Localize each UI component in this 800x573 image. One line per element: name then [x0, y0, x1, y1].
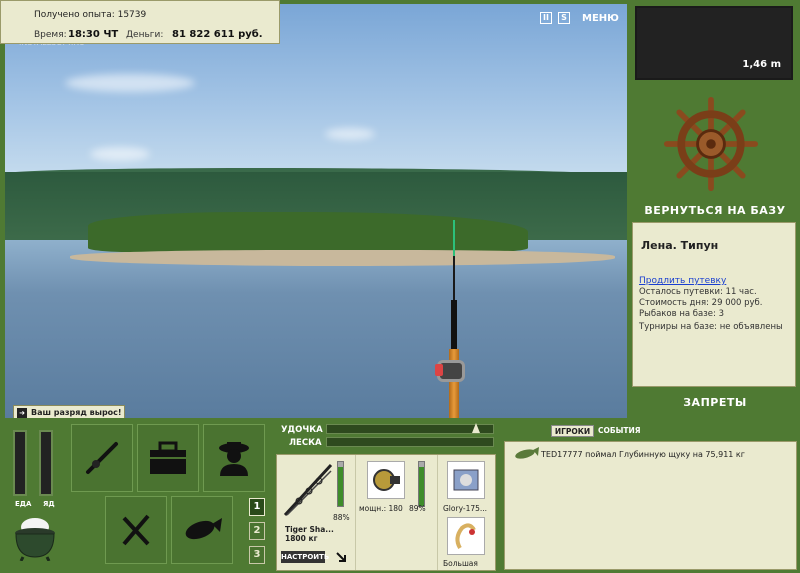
depth-value: 1,46 m [742, 59, 781, 70]
tackle-button[interactable] [71, 424, 133, 492]
inventory-panel: ЕДА ЯД 1 2 3 [4, 420, 272, 573]
bait-thumbnail[interactable] [447, 517, 485, 555]
tournaments-status: Турниры на базе: не объявлены [639, 322, 783, 332]
reel-condition-bar [418, 461, 425, 507]
experience-label: Получено опыта: 15739 [34, 10, 147, 20]
rod-name: Tiger Sha... [285, 525, 334, 534]
tackle-box-button[interactable] [137, 424, 199, 492]
lure-icon [455, 523, 476, 550]
river-water [5, 240, 627, 418]
location-title: Лена. Типун [641, 239, 719, 252]
money-label: Деньги: [126, 30, 164, 40]
line-thumbnail[interactable] [447, 461, 485, 499]
knife-fork-icon [122, 514, 150, 546]
fisherman-icon [219, 442, 249, 476]
poison-bar [39, 430, 53, 496]
slot-button-1[interactable]: 1 [249, 498, 265, 516]
fishing-rod-icon [86, 442, 118, 474]
line-name: Glory-175... [443, 504, 488, 513]
status-box: Получено опыта: 15739 Время: 18:30 ЧТ Де… [0, 0, 280, 44]
bait-name: Большая [443, 559, 478, 568]
profile-button[interactable] [203, 424, 265, 492]
depth-sonar: 1,46 m [635, 6, 793, 80]
line-tension-bar [326, 437, 494, 447]
slot-button-3[interactable]: 3 [249, 546, 265, 564]
cloud [90, 147, 150, 161]
reel-condition-fill [419, 466, 424, 506]
chat-panel: ИГРОКИ СОБЫТИЯ TED17777 поймал Глубинную… [500, 420, 800, 573]
island-beach [70, 250, 615, 266]
cloud [65, 74, 195, 92]
island-trees [88, 212, 528, 252]
rod-tension-bar [326, 423, 494, 434]
ship-wheel-icon[interactable] [663, 96, 759, 192]
tackle-box-icon [150, 441, 186, 474]
anglers-count: Рыбаков на базе: 3 [639, 309, 724, 319]
fish-icon [185, 518, 222, 540]
configure-button[interactable]: НАСТРОИТЬ [281, 551, 329, 563]
slot-button-2[interactable]: 2 [249, 522, 265, 540]
chat-message: TED17777 поймал Глубинную щуку на 75,911… [541, 450, 745, 459]
menu-button[interactable]: МЕНЮ [582, 13, 619, 24]
reel-condition: 89% [409, 504, 426, 513]
reel-icon [373, 469, 400, 491]
sound-icon[interactable]: S [558, 12, 570, 24]
rod-weight: 1800 кг [285, 534, 318, 543]
time-value: 18:30 ЧТ [68, 29, 119, 40]
food-bar [13, 430, 27, 496]
reel-thumbnail[interactable] [367, 461, 405, 499]
reel-knob [435, 364, 443, 376]
line-tension-label: ЛЕСКА [289, 438, 322, 448]
rod-tension-marker [472, 423, 481, 433]
bans-button[interactable]: ЗАПРЕТЫ [630, 396, 800, 412]
pause-icon[interactable]: II [540, 12, 552, 24]
island [70, 212, 615, 266]
rod-tension-label: УДОЧКА [281, 425, 323, 435]
location-panel: Лена. Типун Продлить путевку Осталось пу… [632, 222, 796, 387]
rank-notice[interactable]: ➜ Ваш разряд вырос! [13, 405, 125, 418]
rod-condition: 88% [333, 513, 350, 522]
rod-tip [453, 220, 455, 256]
rank-notice-text: Ваш разряд вырос! [31, 408, 122, 417]
equipment-panel: 88% Tiger Sha... 1800 кг НАСТРОИТЬ мощн.… [276, 454, 496, 571]
tab-events[interactable]: СОБЫТИЯ [598, 426, 641, 435]
extend-permit-link[interactable]: Продлить путевку [639, 276, 789, 286]
line-spool-icon [453, 469, 479, 491]
permit-remaining: Осталось путевки: 11 час. [639, 287, 757, 297]
poison-label: ЯД [43, 500, 55, 508]
cloud [325, 128, 375, 140]
money-value: 81 822 611 руб. [172, 29, 263, 40]
fish-icon [515, 447, 539, 459]
arrow-right-icon: ➜ [17, 407, 27, 418]
rod-condition-bar [337, 461, 344, 507]
game-screen: INSTALLSOFT.RU II S МЕНЮ ➜ Ваш разряд вы… [0, 0, 800, 573]
divider [437, 455, 438, 570]
fishing-scene[interactable]: INSTALLSOFT.RU II S МЕНЮ ➜ Ваш разряд вы… [5, 4, 627, 418]
cauldron-icon[interactable] [13, 515, 57, 561]
rod-thumbnail-icon[interactable] [281, 461, 333, 519]
rod-condition-fill [338, 467, 343, 506]
reel-power: мощн.: 180 [359, 504, 403, 513]
divider [355, 455, 356, 570]
chat-log: TED17777 поймал Глубинную щуку на 75,911… [504, 441, 797, 570]
day-cost: Стоимость дня: 29 000 руб. [639, 298, 763, 308]
tab-players[interactable]: ИГРОКИ [551, 425, 594, 437]
arrow-down-right-icon [336, 552, 346, 562]
food-label: ЕДА [15, 500, 32, 508]
food-button[interactable] [105, 496, 167, 564]
time-label: Время: [34, 30, 67, 40]
catch-button[interactable] [171, 496, 233, 564]
return-to-base-button[interactable]: ВЕРНУТЬСЯ НА БАЗУ [630, 202, 800, 220]
top-controls: II S МЕНЮ [540, 12, 619, 24]
